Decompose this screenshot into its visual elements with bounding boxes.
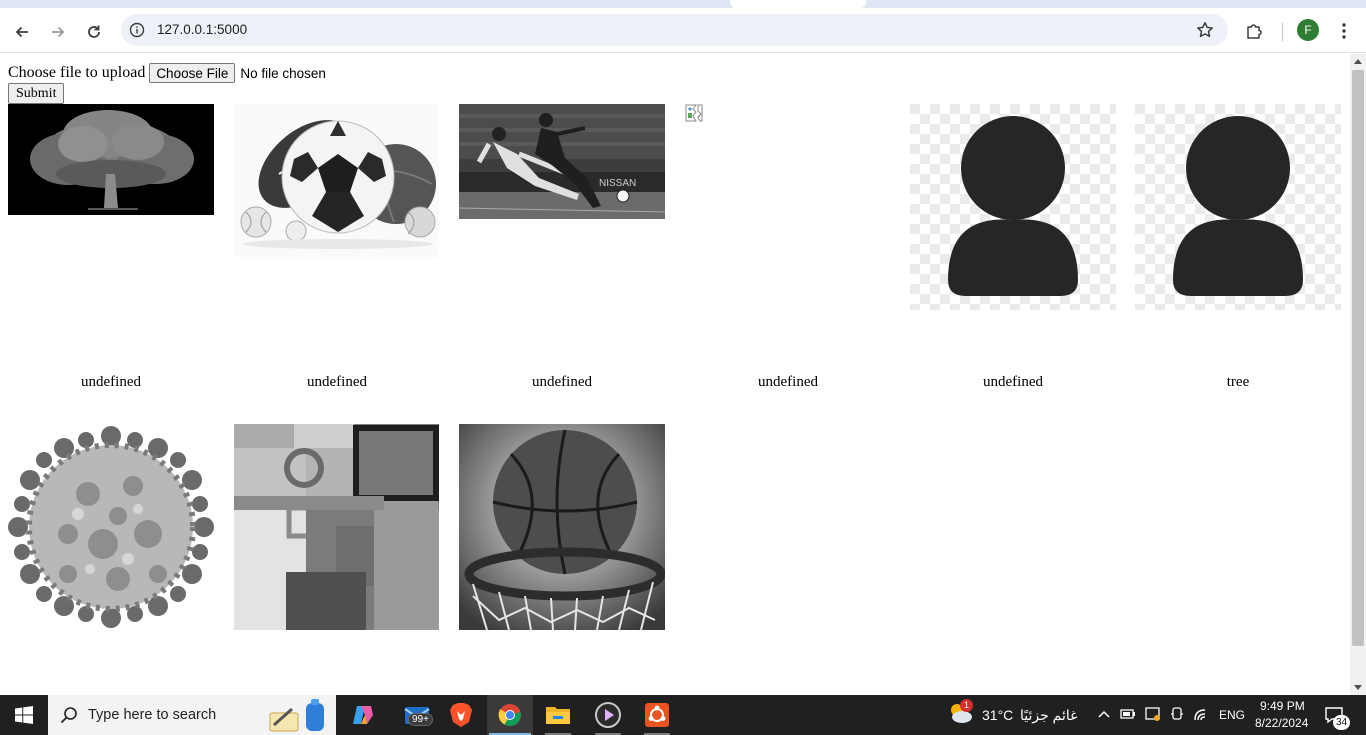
tab-strip <box>0 0 1366 8</box>
upload-form: Choose file to upload Choose File No fil… <box>8 63 326 83</box>
taskbar-file-explorer[interactable] <box>535 695 581 735</box>
back-icon <box>15 26 28 38</box>
clock-time[interactable]: 9:49 PM <box>1260 699 1305 713</box>
brave-icon <box>450 703 472 727</box>
windows-logo-icon <box>15 706 33 724</box>
security-icon[interactable] <box>1145 706 1161 722</box>
language-indicator[interactable]: ENG <box>1219 708 1245 722</box>
submit-button[interactable]: Submit <box>8 83 65 104</box>
chevron-up-icon[interactable] <box>1098 709 1110 719</box>
page-content: Choose file to upload Choose File No fil… <box>0 54 1350 695</box>
search-placeholder: Type here to search <box>88 707 217 723</box>
image-caption: undefined <box>532 374 592 390</box>
temperature-text: 31°C <box>982 707 1014 723</box>
user-placeholder-image[interactable] <box>910 104 1116 310</box>
image-caption: undefined <box>307 374 367 390</box>
wifi-icon[interactable] <box>1193 706 1211 722</box>
reload-icon <box>88 25 100 38</box>
user-placeholder-image[interactable] <box>1135 104 1341 310</box>
image-caption: undefined <box>758 374 818 390</box>
tree-image[interactable] <box>8 104 214 215</box>
url-text[interactable]: 127.0.0.1:5000 <box>157 22 247 37</box>
weather-widget[interactable]: 1 <box>948 699 976 727</box>
scrollbar-thumb[interactable] <box>1352 70 1364 646</box>
weather-badge: 1 <box>960 699 973 712</box>
copilot-icon <box>353 706 373 724</box>
image-caption: tree <box>1226 374 1250 390</box>
choose-file-button[interactable]: Choose File <box>149 63 236 83</box>
taskbar-mail[interactable]: 99+ <box>394 695 440 735</box>
sports-balls-image[interactable] <box>234 104 439 257</box>
extensions-icon <box>1247 24 1262 39</box>
site-info-icon[interactable] <box>129 22 145 38</box>
file-explorer-icon <box>546 707 570 724</box>
taskbar: Type here to search 99+ 1 31°C غائم جزئي… <box>0 695 1366 735</box>
active-tab[interactable] <box>730 0 866 8</box>
basketball-image[interactable] <box>459 424 665 630</box>
vertical-scrollbar[interactable] <box>1350 54 1366 695</box>
taskbar-brave[interactable] <box>438 695 484 735</box>
reload-button[interactable] <box>80 18 108 46</box>
browser-toolbar: 127.0.0.1:5000 F <box>0 8 1366 53</box>
chrome-icon <box>498 704 521 726</box>
taskbar-copilot[interactable] <box>340 695 386 735</box>
browser-menu-button[interactable] <box>1333 20 1355 42</box>
taskbar-search[interactable]: Type here to search <box>48 695 336 735</box>
notifications-badge: 34 <box>1333 715 1350 730</box>
virus-image[interactable] <box>8 424 214 630</box>
clock-date[interactable]: 8/22/2024 <box>1255 716 1308 730</box>
back-button[interactable] <box>8 18 36 46</box>
taskbar-chrome[interactable] <box>487 695 533 735</box>
bookmark-star-icon[interactable] <box>1196 21 1214 39</box>
menu-icon <box>1342 23 1346 39</box>
taskbar-ubuntu[interactable] <box>634 695 680 735</box>
extensions-button[interactable] <box>1243 20 1265 42</box>
toolbar-divider <box>1282 23 1283 41</box>
upload-label: Choose file to upload <box>8 64 146 81</box>
svg-text:NISSAN: NISSAN <box>599 178 636 189</box>
start-button[interactable] <box>0 695 48 735</box>
media-player-icon <box>595 702 621 728</box>
soccer-players-image[interactable]: NISSAN <box>459 104 665 219</box>
taskbar-media-player[interactable] <box>585 695 631 735</box>
broken-image-icon[interactable] <box>685 104 703 122</box>
abstract-shapes-image[interactable] <box>234 424 439 630</box>
file-status-text: No file chosen <box>240 65 326 81</box>
image-caption: undefined <box>983 374 1043 390</box>
ubuntu-icon <box>645 703 669 727</box>
forward-button[interactable] <box>44 18 72 46</box>
forward-icon <box>52 26 65 38</box>
scroll-down-arrow-icon[interactable] <box>1354 685 1362 690</box>
address-bar[interactable]: 127.0.0.1:5000 <box>121 14 1228 46</box>
mail-badge: 99+ <box>408 713 433 726</box>
image-caption: undefined <box>81 374 141 390</box>
search-highlight-icon <box>269 699 324 732</box>
meet-now-icon[interactable] <box>1170 706 1184 722</box>
battery-icon[interactable] <box>1120 707 1136 721</box>
search-icon <box>60 707 77 724</box>
weather-condition-text: غائم جزئيًا <box>1020 707 1078 723</box>
profile-avatar[interactable]: F <box>1297 19 1319 41</box>
scroll-up-arrow-icon[interactable] <box>1354 59 1362 64</box>
